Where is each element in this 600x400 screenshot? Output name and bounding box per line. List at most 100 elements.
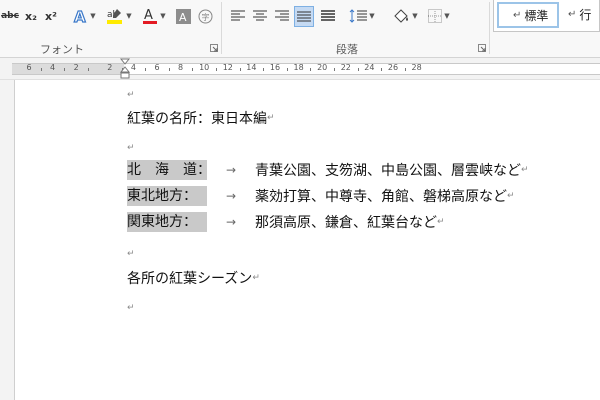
- paragraph-mark: ↵: [127, 143, 135, 153]
- destinations-text: 青葉公園、支笏湖、中島公園、層雲峡など: [255, 163, 521, 179]
- ruler-tick-label: 20: [317, 63, 328, 72]
- paragraph-mark: ↵: [127, 90, 135, 100]
- ruler-tick-mark: [88, 68, 89, 71]
- ruler-tick-label: 26: [387, 63, 399, 72]
- empty-paragraph: ↵: [127, 298, 135, 318]
- ruler-tick-mark: [357, 68, 359, 71]
- chevron-down-icon: ▼: [444, 12, 450, 20]
- chevron-down-icon: ▼: [369, 12, 375, 20]
- shading-button[interactable]: ▼: [390, 6, 420, 26]
- distributed-icon: [321, 10, 335, 21]
- font-color-button[interactable]: A ▼: [140, 6, 168, 26]
- align-right-button[interactable]: [272, 6, 292, 26]
- destinations-text: 那須高原、鎌倉、紅葉台など: [255, 215, 437, 231]
- dialog-launcher-icon[interactable]: [210, 44, 218, 52]
- paragraph-mark: ↵: [267, 113, 275, 123]
- paint-bucket-icon: [394, 9, 409, 23]
- ruler-strip: 6 4 2 2 4 6 8 10 12 14 16 18 20 22 24 26 28: [12, 63, 600, 75]
- tab-mark: →: [225, 163, 237, 177]
- style-normal[interactable]: ↵ 標準: [497, 2, 559, 28]
- footer-paragraph: 各所の紅葉シーズン ↵: [127, 271, 260, 287]
- chevron-down-icon: ▼: [126, 12, 132, 20]
- ruler-tick-mark: [286, 68, 288, 71]
- paragraph-group-label: 段落: [336, 43, 358, 56]
- enclose-characters-button[interactable]: 字: [196, 6, 214, 26]
- group-separator: [221, 2, 222, 54]
- superscript-button[interactable]: x²: [42, 6, 60, 26]
- ruler-tick-label: 16: [269, 63, 281, 72]
- empty-paragraph: ↵: [127, 244, 135, 264]
- empty-paragraph: ↵: [127, 138, 135, 158]
- ruler-tick-label: 2: [107, 63, 113, 72]
- justify-button[interactable]: [294, 6, 314, 27]
- ruler-tick-mark: [334, 68, 335, 71]
- character-shading-icon: A: [175, 8, 191, 24]
- region-label: 関東地方：: [127, 212, 207, 232]
- font-group-label: フォント: [40, 43, 84, 56]
- distributed-button[interactable]: [318, 6, 338, 26]
- subscript-button[interactable]: x₂: [22, 6, 40, 26]
- list-item: 関東地方： → 那須高原、鎌倉、紅葉台など ↵: [127, 212, 445, 232]
- ruler-tick-label: 4: [50, 63, 56, 72]
- ruler-tick-mark: [168, 68, 170, 71]
- align-center-icon: [253, 10, 267, 21]
- svg-text:A: A: [179, 11, 187, 24]
- ruler-tick-mark: [404, 68, 406, 71]
- svg-text:A: A: [144, 8, 153, 23]
- paragraph-mark: ↵: [127, 303, 135, 313]
- ruler-tick-mark: [381, 68, 383, 71]
- align-right-icon: [275, 10, 289, 21]
- paragraph-mark: ↵: [127, 249, 135, 259]
- ruler-tick-label: 6: [154, 63, 160, 72]
- empty-paragraph: ↵: [127, 85, 135, 105]
- justify-icon: [297, 11, 311, 21]
- ruler-tick-mark: [192, 68, 194, 71]
- tab-mark: →: [225, 215, 237, 229]
- align-center-button[interactable]: [250, 6, 270, 26]
- text-effects-button[interactable]: A ▼: [70, 6, 98, 26]
- indent-marker-icon[interactable]: [119, 58, 131, 80]
- ruler-tick-label: 24: [364, 63, 375, 72]
- line-spacing-button[interactable]: ▼: [346, 6, 378, 26]
- ruler-tick-label: 8: [178, 63, 184, 72]
- ribbon: abc x₂ x² A ▼ ab ▼ A ▼ A 字 フォント ▼ ▼ ▼ 段落…: [0, 0, 600, 58]
- ruler-tick-mark: [263, 68, 265, 71]
- ruler-tick-label: 2: [73, 63, 79, 72]
- chevron-down-icon: ▼: [160, 12, 166, 20]
- highlighter-icon: ab: [107, 9, 123, 24]
- ruler-tick-label: 18: [293, 63, 304, 72]
- ruler-tick-label: 14: [246, 63, 257, 72]
- style-next[interactable]: ↵ 行: [568, 6, 591, 23]
- document-title: 紅葉の名所：東日本編 ↵: [127, 111, 275, 127]
- paragraph-mark: ↵: [507, 191, 515, 201]
- dialog-launcher-icon[interactable]: [478, 44, 486, 52]
- svg-text:A: A: [74, 8, 86, 24]
- destinations-text: 薬効打算、中尊寺、角館、磐梯高原など: [255, 189, 507, 205]
- ruler-tick-mark: [145, 68, 147, 71]
- region-label: 東北地方：: [127, 186, 207, 206]
- borders-button[interactable]: ▼: [424, 6, 454, 26]
- ruler-tick-label: 28: [411, 63, 422, 72]
- horizontal-ruler[interactable]: 6 4 2 2 4 6 8 10 12 14 16 18 20 22 24 26 28: [0, 58, 600, 80]
- highlight-color-button[interactable]: ab ▼: [104, 6, 134, 26]
- left-pasteboard: [0, 80, 14, 400]
- ruler-tick-label: 12: [222, 63, 233, 72]
- strikethrough-button[interactable]: abc: [0, 6, 20, 26]
- paragraph-mark: ↵: [252, 273, 260, 283]
- ruler-tick-label: 22: [340, 63, 351, 72]
- list-item: 北 海 道： → 青葉公園、支笏湖、中島公園、層雲峡など ↵: [127, 160, 529, 180]
- ruler-tick-label: 10: [199, 63, 210, 72]
- character-shading-button[interactable]: A: [174, 6, 192, 26]
- line-spacing-icon: [349, 9, 368, 23]
- align-left-button[interactable]: [228, 6, 248, 26]
- paragraph-mark: ↵: [521, 165, 529, 175]
- document-page[interactable]: ↵ 紅葉の名所：東日本編 ↵ ↵ 北 海 道： → 青葉公園、支笏湖、中島公園、層雲峡…: [14, 80, 600, 400]
- ruler-tick-label: 4: [130, 63, 136, 72]
- list-item: 東北地方： → 薬効打算、中尊寺、角館、磐梯高原など ↵: [127, 186, 515, 206]
- svg-text:字: 字: [201, 12, 209, 22]
- tab-mark: →: [225, 189, 237, 203]
- borders-icon: [428, 9, 443, 23]
- ruler-tick-mark: [216, 68, 217, 71]
- paragraph-mark: ↵: [437, 217, 445, 227]
- enclosed-character-icon: 字: [198, 9, 212, 23]
